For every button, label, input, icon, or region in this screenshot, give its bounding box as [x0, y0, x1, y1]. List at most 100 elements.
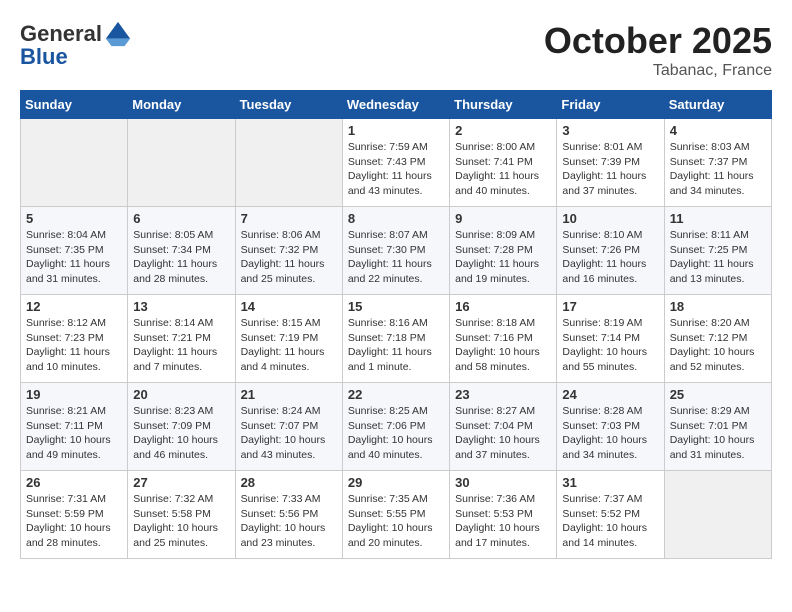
day-number: 31	[562, 475, 658, 490]
day-info: Sunrise: 8:21 AM Sunset: 7:11 PM Dayligh…	[26, 404, 122, 463]
calendar-cell: 10 Sunrise: 8:10 AM Sunset: 7:26 PM Dayli…	[557, 207, 664, 295]
day-info: Sunrise: 8:01 AM Sunset: 7:39 PM Dayligh…	[562, 140, 658, 199]
day-info: Sunrise: 7:59 AM Sunset: 7:43 PM Dayligh…	[348, 140, 444, 199]
calendar-cell: 7 Sunrise: 8:06 AM Sunset: 7:32 PM Daylig…	[235, 207, 342, 295]
weekday-header: Tuesday	[235, 91, 342, 119]
day-number: 28	[241, 475, 337, 490]
day-number: 30	[455, 475, 551, 490]
calendar-cell: 14 Sunrise: 8:15 AM Sunset: 7:19 PM Dayli…	[235, 295, 342, 383]
day-number: 19	[26, 387, 122, 402]
calendar-cell: 9 Sunrise: 8:09 AM Sunset: 7:28 PM Daylig…	[450, 207, 557, 295]
day-number: 18	[670, 299, 766, 314]
weekday-header: Monday	[128, 91, 235, 119]
day-info: Sunrise: 8:16 AM Sunset: 7:18 PM Dayligh…	[348, 316, 444, 375]
calendar-cell	[128, 119, 235, 207]
logo: General Blue	[20, 20, 132, 70]
day-info: Sunrise: 8:19 AM Sunset: 7:14 PM Dayligh…	[562, 316, 658, 375]
day-number: 6	[133, 211, 229, 226]
day-number: 3	[562, 123, 658, 138]
day-number: 17	[562, 299, 658, 314]
day-info: Sunrise: 8:29 AM Sunset: 7:01 PM Dayligh…	[670, 404, 766, 463]
calendar-cell: 19 Sunrise: 8:21 AM Sunset: 7:11 PM Dayli…	[21, 383, 128, 471]
day-number: 16	[455, 299, 551, 314]
day-number: 1	[348, 123, 444, 138]
calendar-week-row: 26 Sunrise: 7:31 AM Sunset: 5:59 PM Dayli…	[21, 471, 772, 559]
day-number: 10	[562, 211, 658, 226]
calendar-cell: 8 Sunrise: 8:07 AM Sunset: 7:30 PM Daylig…	[342, 207, 449, 295]
day-number: 27	[133, 475, 229, 490]
weekday-header: Saturday	[664, 91, 771, 119]
calendar-cell: 2Sunrise: 8:00 AM Sunset: 7:41 PM Daylig…	[450, 119, 557, 207]
calendar-cell: 17 Sunrise: 8:19 AM Sunset: 7:14 PM Dayli…	[557, 295, 664, 383]
day-number: 25	[670, 387, 766, 402]
day-info: Sunrise: 8:11 AM Sunset: 7:25 PM Dayligh…	[670, 228, 766, 287]
day-info: Sunrise: 8:27 AM Sunset: 7:04 PM Dayligh…	[455, 404, 551, 463]
day-info: Sunrise: 8:15 AM Sunset: 7:19 PM Dayligh…	[241, 316, 337, 375]
day-info: Sunrise: 7:31 AM Sunset: 5:59 PM Dayligh…	[26, 492, 122, 551]
calendar-cell: 18 Sunrise: 8:20 AM Sunset: 7:12 PM Dayli…	[664, 295, 771, 383]
calendar-cell: 16Sunrise: 8:18 AM Sunset: 7:16 PM Dayli…	[450, 295, 557, 383]
day-info: Sunrise: 7:37 AM Sunset: 5:52 PM Dayligh…	[562, 492, 658, 551]
calendar-cell: 4Sunrise: 8:03 AM Sunset: 7:37 PM Daylig…	[664, 119, 771, 207]
day-info: Sunrise: 8:25 AM Sunset: 7:06 PM Dayligh…	[348, 404, 444, 463]
calendar-cell: 5 Sunrise: 8:04 AM Sunset: 7:35 PM Daylig…	[21, 207, 128, 295]
calendar-cell: 31 Sunrise: 7:37 AM Sunset: 5:52 PM Dayli…	[557, 471, 664, 559]
day-number: 23	[455, 387, 551, 402]
calendar-cell: 12Sunrise: 8:12 AM Sunset: 7:23 PM Dayli…	[21, 295, 128, 383]
day-info: Sunrise: 7:33 AM Sunset: 5:56 PM Dayligh…	[241, 492, 337, 551]
location: Tabanac, France	[544, 62, 772, 80]
day-info: Sunrise: 8:04 AM Sunset: 7:35 PM Dayligh…	[26, 228, 122, 287]
calendar-cell: 29Sunrise: 7:35 AM Sunset: 5:55 PM Dayli…	[342, 471, 449, 559]
day-number: 8	[348, 211, 444, 226]
calendar-cell	[235, 119, 342, 207]
calendar-week-row: 19 Sunrise: 8:21 AM Sunset: 7:11 PM Dayli…	[21, 383, 772, 471]
day-info: Sunrise: 7:35 AM Sunset: 5:55 PM Dayligh…	[348, 492, 444, 551]
month-title: October 2025	[544, 20, 772, 62]
calendar-cell: 15 Sunrise: 8:16 AM Sunset: 7:18 PM Dayli…	[342, 295, 449, 383]
day-info: Sunrise: 8:20 AM Sunset: 7:12 PM Dayligh…	[670, 316, 766, 375]
day-info: Sunrise: 8:07 AM Sunset: 7:30 PM Dayligh…	[348, 228, 444, 287]
day-info: Sunrise: 8:14 AM Sunset: 7:21 PM Dayligh…	[133, 316, 229, 375]
day-number: 26	[26, 475, 122, 490]
calendar-cell: 1 Sunrise: 7:59 AM Sunset: 7:43 PM Daylig…	[342, 119, 449, 207]
day-number: 11	[670, 211, 766, 226]
day-number: 24	[562, 387, 658, 402]
day-number: 14	[241, 299, 337, 314]
calendar-cell: 13 Sunrise: 8:14 AM Sunset: 7:21 PM Dayli…	[128, 295, 235, 383]
calendar-cell: 20Sunrise: 8:23 AM Sunset: 7:09 PM Dayli…	[128, 383, 235, 471]
calendar-cell: 21 Sunrise: 8:24 AM Sunset: 7:07 PM Dayli…	[235, 383, 342, 471]
day-info: Sunrise: 7:36 AM Sunset: 5:53 PM Dayligh…	[455, 492, 551, 551]
day-info: Sunrise: 8:28 AM Sunset: 7:03 PM Dayligh…	[562, 404, 658, 463]
calendar-cell: 25 Sunrise: 8:29 AM Sunset: 7:01 PM Dayli…	[664, 383, 771, 471]
day-info: Sunrise: 8:24 AM Sunset: 7:07 PM Dayligh…	[241, 404, 337, 463]
weekday-header: Sunday	[21, 91, 128, 119]
day-number: 15	[348, 299, 444, 314]
day-info: Sunrise: 8:23 AM Sunset: 7:09 PM Dayligh…	[133, 404, 229, 463]
day-number: 13	[133, 299, 229, 314]
calendar-cell: 27 Sunrise: 7:32 AM Sunset: 5:58 PM Dayli…	[128, 471, 235, 559]
day-number: 9	[455, 211, 551, 226]
calendar-cell: 30 Sunrise: 7:36 AM Sunset: 5:53 PM Dayli…	[450, 471, 557, 559]
day-number: 12	[26, 299, 122, 314]
title-block: October 2025 Tabanac, France	[544, 20, 772, 80]
calendar-cell: 6Sunrise: 8:05 AM Sunset: 7:34 PM Daylig…	[128, 207, 235, 295]
calendar-cell: 22Sunrise: 8:25 AM Sunset: 7:06 PM Dayli…	[342, 383, 449, 471]
day-info: Sunrise: 8:10 AM Sunset: 7:26 PM Dayligh…	[562, 228, 658, 287]
day-number: 2	[455, 123, 551, 138]
day-number: 7	[241, 211, 337, 226]
weekday-header: Wednesday	[342, 91, 449, 119]
calendar-cell: 23 Sunrise: 8:27 AM Sunset: 7:04 PM Dayli…	[450, 383, 557, 471]
day-info: Sunrise: 8:09 AM Sunset: 7:28 PM Dayligh…	[455, 228, 551, 287]
day-number: 5	[26, 211, 122, 226]
page-header: General Blue October 2025 Tabanac, Franc…	[20, 20, 772, 80]
day-info: Sunrise: 8:06 AM Sunset: 7:32 PM Dayligh…	[241, 228, 337, 287]
calendar-table: SundayMondayTuesdayWednesdayThursdayFrid…	[20, 90, 772, 559]
calendar-cell: 26 Sunrise: 7:31 AM Sunset: 5:59 PM Dayli…	[21, 471, 128, 559]
weekday-header: Thursday	[450, 91, 557, 119]
calendar-cell: 28 Sunrise: 7:33 AM Sunset: 5:56 PM Dayli…	[235, 471, 342, 559]
calendar-cell: 24 Sunrise: 8:28 AM Sunset: 7:03 PM Dayli…	[557, 383, 664, 471]
calendar-cell	[664, 471, 771, 559]
day-number: 21	[241, 387, 337, 402]
day-info: Sunrise: 7:32 AM Sunset: 5:58 PM Dayligh…	[133, 492, 229, 551]
day-number: 4	[670, 123, 766, 138]
